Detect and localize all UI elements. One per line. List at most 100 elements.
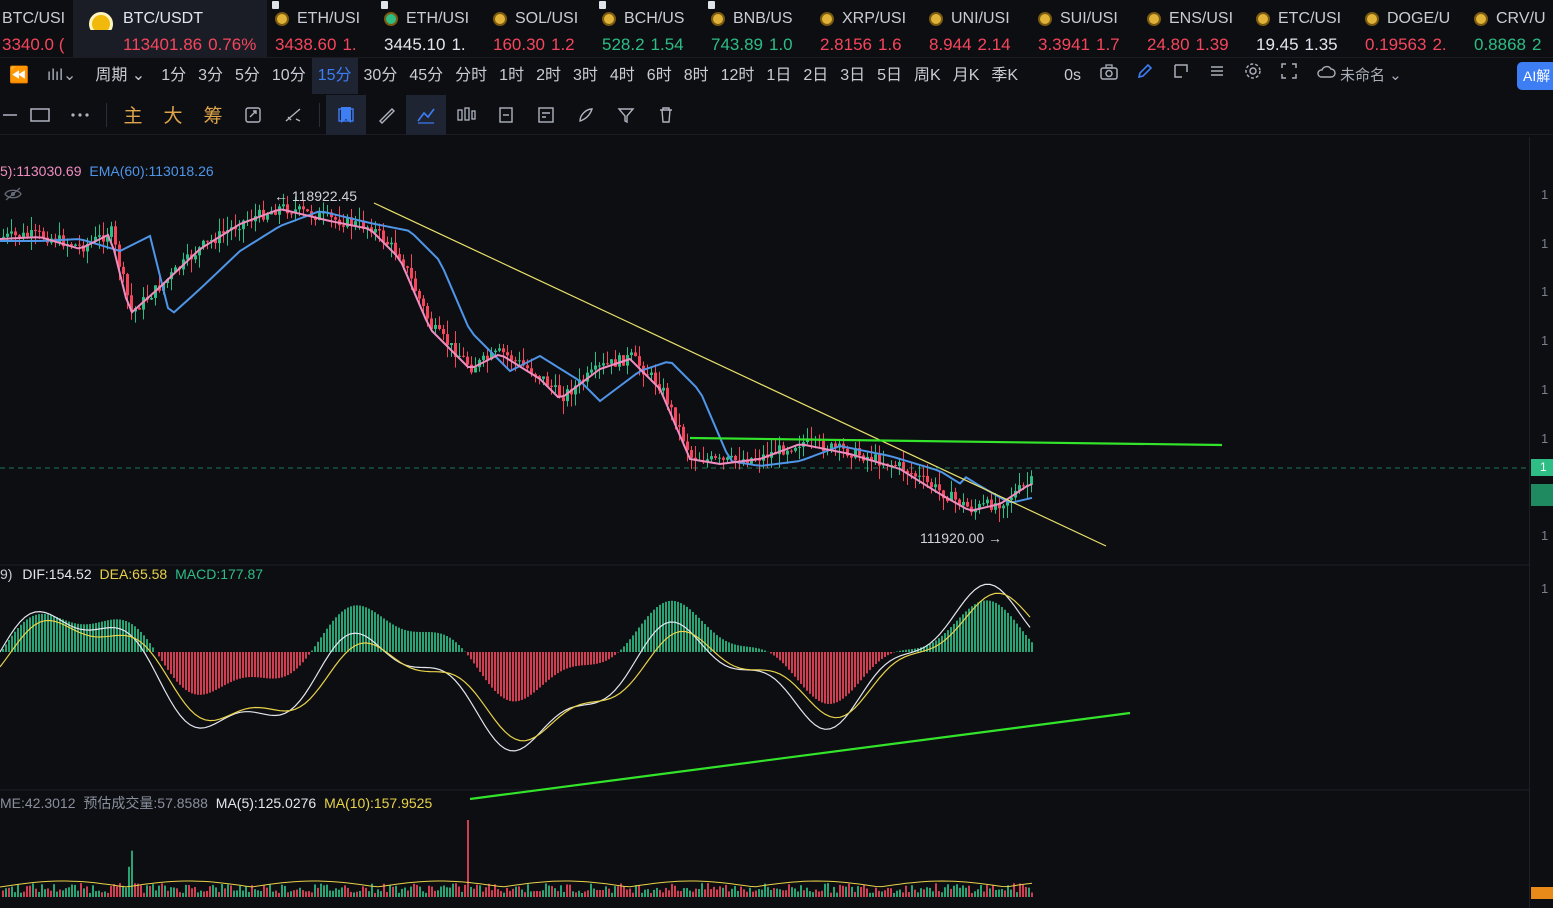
macd-bar [326,628,328,652]
countdown-label: 0s [1064,67,1082,84]
macd-bar [989,600,991,652]
ticker-13[interactable]: CRV/U 0.8868 2 [1466,0,1553,57]
volume-bar [533,891,535,897]
note-icon[interactable] [526,95,566,135]
ticker-symbol: UNI/USI [929,10,1030,30]
ticker-6[interactable]: BNB/US 743.89 1.0 [703,0,812,57]
macd-bar [272,652,274,679]
filter-icon[interactable] [606,95,646,135]
period-7[interactable]: 分时 [449,58,493,94]
ai-button[interactable]: AI解 [1517,62,1553,90]
main-indicator-button[interactable]: 主 [113,95,153,135]
macd-bar [1004,609,1006,652]
volume-bar [995,889,997,897]
period-3[interactable]: 10分 [266,58,312,94]
period-21[interactable]: 季K [985,58,1024,94]
period-13[interactable]: 8时 [678,58,715,94]
pencil-icon[interactable] [1127,58,1163,94]
macd-bar [296,652,298,669]
period-9[interactable]: 2时 [530,58,567,94]
trash-icon[interactable] [646,95,686,135]
macd-bar [413,631,415,652]
ruler-icon[interactable] [366,95,406,135]
volume-bar [161,883,163,897]
period-1[interactable]: 3分 [192,58,229,94]
pin-icon [599,1,606,9]
period-12[interactable]: 6时 [641,58,678,94]
period-0[interactable]: 1分 [155,58,192,94]
macd-bar [362,606,364,652]
period-menu-dropdown[interactable]: 周期 ⌄ [85,58,155,94]
ticker-1[interactable]: BTC/USDT 113401.86 0.76% [73,0,267,57]
volume-bar [299,887,301,897]
macd-bar [263,652,265,678]
ticker-0[interactable]: BTC/USI 3340.0 ( [0,0,73,57]
rectangle-icon[interactable] [20,95,60,135]
period-2[interactable]: 5分 [229,58,266,94]
macd-bar [281,652,283,678]
volume-bar [146,885,148,897]
volume-bar [284,885,286,897]
ticker-11[interactable]: ETC/USI 19.45 1.35 [1248,0,1357,57]
volume-bar [560,885,562,897]
ticker-5[interactable]: BCH/US 528.2 1.54 [594,0,703,57]
chips-indicator-button[interactable]: 筹 [193,95,233,135]
cloud-icon[interactable] [1307,58,1338,94]
fullscreen-icon[interactable] [1271,58,1307,94]
chart-type-dropdown[interactable]: ılıl⌄ [38,58,85,94]
period-10[interactable]: 3时 [567,58,604,94]
volume-bar [302,890,304,897]
collapse-icon[interactable] [0,95,20,135]
ticker-2[interactable]: ETH/USI 3438.60 1. [267,0,376,57]
period-15[interactable]: 1日 [760,58,797,94]
volume-bar [731,888,733,897]
price-axis[interactable] [1529,137,1553,908]
candle-body [466,356,469,365]
candles-icon[interactable] [446,95,486,135]
volume-bar [53,884,55,897]
ticker-12[interactable]: DOGE/U 0.19563 2. [1357,0,1466,57]
volume-bar [1028,887,1030,897]
ticker-4[interactable]: SOL/USI 160.30 1.2 [485,0,594,57]
period-6[interactable]: 45分 [403,58,449,94]
chart-area[interactable]: 5):113030.69 EMA(60):113018.26 ← 118922.… [0,137,1553,908]
camera-icon[interactable] [1091,58,1127,94]
period-18[interactable]: 5日 [871,58,908,94]
ticker-9[interactable]: SUI/USI 3.3941 1.7 [1030,0,1139,57]
period-19[interactable]: 周K [908,58,947,94]
volume-bar [842,885,844,897]
big-indicator-button[interactable]: 大 [153,95,193,135]
ticker-7[interactable]: XRP/USI 2.8156 1.6 [812,0,921,57]
layout-name-dropdown[interactable]: 未命名 ⌄ [1338,58,1412,94]
period-5[interactable]: 30分 [358,58,404,94]
layout-icon[interactable] [1163,58,1199,94]
period-16[interactable]: 2日 [797,58,834,94]
ticker-3[interactable]: ETH/USI 3445.10 1. [376,0,485,57]
period-20[interactable]: 月K [947,58,986,94]
eye-icon[interactable] [4,187,22,206]
period-11[interactable]: 4时 [604,58,641,94]
period-17[interactable]: 3日 [834,58,871,94]
period-14[interactable]: 12时 [715,58,761,94]
period-8[interactable]: 1时 [493,58,530,94]
sync-icon[interactable] [233,95,273,135]
ticker-symbol-text: SOL/USI [515,10,579,27]
trendline-icon[interactable] [406,94,446,135]
more-icon[interactable] [60,95,100,135]
volume-bar [626,889,628,897]
bookmark-icon[interactable] [326,94,366,135]
list-icon[interactable] [1199,58,1235,94]
back-icon[interactable]: ⏪ [0,58,38,94]
candle-body [390,242,393,245]
text-box-icon[interactable] [486,95,526,135]
period-4[interactable]: 15分 [311,58,358,94]
measure-icon[interactable] [273,95,313,135]
candle-body [258,209,261,217]
ticker-price: 2.8156 [820,35,872,54]
ticker-8[interactable]: UNI/USI 8.944 2.14 [921,0,1030,57]
volume-bar [155,890,157,897]
ticker-10[interactable]: ENS/USI 24.80 1.39 [1139,0,1248,57]
settings-icon[interactable] [1235,58,1271,94]
brush-icon[interactable] [566,95,606,135]
macd-bar [497,652,499,694]
